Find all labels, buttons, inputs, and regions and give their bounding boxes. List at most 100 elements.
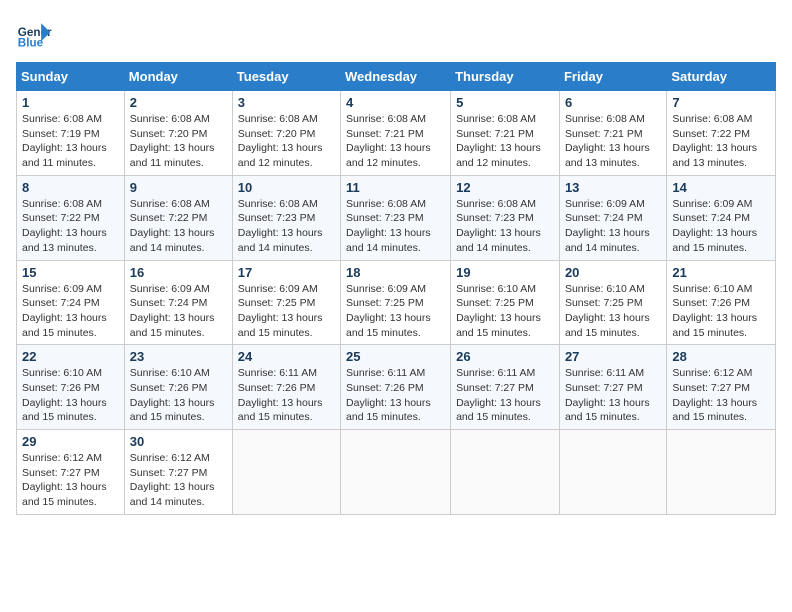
table-cell: 4 Sunrise: 6:08 AMSunset: 7:21 PMDayligh… (341, 91, 451, 176)
logo-icon: General Blue (16, 16, 52, 52)
table-cell: 12 Sunrise: 6:08 AMSunset: 7:23 PMDaylig… (451, 175, 560, 260)
table-cell: 24 Sunrise: 6:11 AMSunset: 7:26 PMDaylig… (232, 345, 340, 430)
table-cell (451, 430, 560, 515)
table-cell: 16 Sunrise: 6:09 AMSunset: 7:24 PMDaylig… (124, 260, 232, 345)
day-info: Sunrise: 6:09 AMSunset: 7:24 PMDaylight:… (672, 198, 757, 254)
table-cell: 30 Sunrise: 6:12 AMSunset: 7:27 PMDaylig… (124, 430, 232, 515)
day-info: Sunrise: 6:08 AMSunset: 7:23 PMDaylight:… (456, 198, 541, 254)
day-info: Sunrise: 6:08 AMSunset: 7:21 PMDaylight:… (565, 113, 650, 169)
day-info: Sunrise: 6:09 AMSunset: 7:25 PMDaylight:… (238, 283, 323, 339)
header: General Blue (16, 16, 776, 52)
day-number: 9 (130, 180, 227, 195)
day-info: Sunrise: 6:12 AMSunset: 7:27 PMDaylight:… (130, 452, 215, 508)
header-row: Sunday Monday Tuesday Wednesday Thursday… (17, 63, 776, 91)
table-cell: 11 Sunrise: 6:08 AMSunset: 7:23 PMDaylig… (341, 175, 451, 260)
day-info: Sunrise: 6:08 AMSunset: 7:21 PMDaylight:… (346, 113, 431, 169)
day-info: Sunrise: 6:08 AMSunset: 7:22 PMDaylight:… (22, 198, 107, 254)
table-row: 15 Sunrise: 6:09 AMSunset: 7:24 PMDaylig… (17, 260, 776, 345)
day-info: Sunrise: 6:11 AMSunset: 7:26 PMDaylight:… (238, 367, 323, 423)
table-row: 22 Sunrise: 6:10 AMSunset: 7:26 PMDaylig… (17, 345, 776, 430)
table-cell: 23 Sunrise: 6:10 AMSunset: 7:26 PMDaylig… (124, 345, 232, 430)
table-cell: 10 Sunrise: 6:08 AMSunset: 7:23 PMDaylig… (232, 175, 340, 260)
table-cell (559, 430, 666, 515)
table-cell: 18 Sunrise: 6:09 AMSunset: 7:25 PMDaylig… (341, 260, 451, 345)
day-info: Sunrise: 6:10 AMSunset: 7:25 PMDaylight:… (456, 283, 541, 339)
day-info: Sunrise: 6:08 AMSunset: 7:22 PMDaylight:… (130, 198, 215, 254)
table-row: 8 Sunrise: 6:08 AMSunset: 7:22 PMDayligh… (17, 175, 776, 260)
day-number: 16 (130, 265, 227, 280)
table-cell: 1 Sunrise: 6:08 AMSunset: 7:19 PMDayligh… (17, 91, 125, 176)
day-info: Sunrise: 6:09 AMSunset: 7:25 PMDaylight:… (346, 283, 431, 339)
table-cell: 13 Sunrise: 6:09 AMSunset: 7:24 PMDaylig… (559, 175, 666, 260)
day-number: 17 (238, 265, 335, 280)
svg-text:Blue: Blue (18, 37, 44, 50)
day-number: 18 (346, 265, 445, 280)
col-wednesday: Wednesday (341, 63, 451, 91)
table-cell (667, 430, 776, 515)
col-sunday: Sunday (17, 63, 125, 91)
day-number: 10 (238, 180, 335, 195)
day-number: 8 (22, 180, 119, 195)
table-cell (341, 430, 451, 515)
col-thursday: Thursday (451, 63, 560, 91)
day-number: 3 (238, 95, 335, 110)
day-number: 4 (346, 95, 445, 110)
col-tuesday: Tuesday (232, 63, 340, 91)
day-info: Sunrise: 6:08 AMSunset: 7:21 PMDaylight:… (456, 113, 541, 169)
day-number: 23 (130, 349, 227, 364)
day-info: Sunrise: 6:11 AMSunset: 7:27 PMDaylight:… (456, 367, 541, 423)
table-cell: 27 Sunrise: 6:11 AMSunset: 7:27 PMDaylig… (559, 345, 666, 430)
col-monday: Monday (124, 63, 232, 91)
day-info: Sunrise: 6:10 AMSunset: 7:26 PMDaylight:… (672, 283, 757, 339)
table-cell: 26 Sunrise: 6:11 AMSunset: 7:27 PMDaylig… (451, 345, 560, 430)
table-row: 29 Sunrise: 6:12 AMSunset: 7:27 PMDaylig… (17, 430, 776, 515)
day-number: 13 (565, 180, 661, 195)
day-number: 19 (456, 265, 554, 280)
table-cell: 25 Sunrise: 6:11 AMSunset: 7:26 PMDaylig… (341, 345, 451, 430)
day-info: Sunrise: 6:08 AMSunset: 7:22 PMDaylight:… (672, 113, 757, 169)
day-number: 21 (672, 265, 770, 280)
day-info: Sunrise: 6:10 AMSunset: 7:25 PMDaylight:… (565, 283, 650, 339)
day-info: Sunrise: 6:10 AMSunset: 7:26 PMDaylight:… (130, 367, 215, 423)
col-friday: Friday (559, 63, 666, 91)
day-info: Sunrise: 6:09 AMSunset: 7:24 PMDaylight:… (130, 283, 215, 339)
day-number: 20 (565, 265, 661, 280)
table-cell: 8 Sunrise: 6:08 AMSunset: 7:22 PMDayligh… (17, 175, 125, 260)
table-cell: 19 Sunrise: 6:10 AMSunset: 7:25 PMDaylig… (451, 260, 560, 345)
table-cell: 7 Sunrise: 6:08 AMSunset: 7:22 PMDayligh… (667, 91, 776, 176)
day-number: 30 (130, 434, 227, 449)
day-number: 2 (130, 95, 227, 110)
day-info: Sunrise: 6:08 AMSunset: 7:19 PMDaylight:… (22, 113, 107, 169)
table-cell: 3 Sunrise: 6:08 AMSunset: 7:20 PMDayligh… (232, 91, 340, 176)
day-info: Sunrise: 6:09 AMSunset: 7:24 PMDaylight:… (22, 283, 107, 339)
table-cell: 17 Sunrise: 6:09 AMSunset: 7:25 PMDaylig… (232, 260, 340, 345)
day-info: Sunrise: 6:11 AMSunset: 7:26 PMDaylight:… (346, 367, 431, 423)
day-number: 29 (22, 434, 119, 449)
day-number: 1 (22, 95, 119, 110)
day-number: 25 (346, 349, 445, 364)
day-info: Sunrise: 6:08 AMSunset: 7:20 PMDaylight:… (130, 113, 215, 169)
day-info: Sunrise: 6:12 AMSunset: 7:27 PMDaylight:… (22, 452, 107, 508)
table-cell: 22 Sunrise: 6:10 AMSunset: 7:26 PMDaylig… (17, 345, 125, 430)
table-cell: 29 Sunrise: 6:12 AMSunset: 7:27 PMDaylig… (17, 430, 125, 515)
day-number: 15 (22, 265, 119, 280)
col-saturday: Saturday (667, 63, 776, 91)
calendar-table: Sunday Monday Tuesday Wednesday Thursday… (16, 62, 776, 515)
day-number: 28 (672, 349, 770, 364)
table-cell (232, 430, 340, 515)
table-cell: 2 Sunrise: 6:08 AMSunset: 7:20 PMDayligh… (124, 91, 232, 176)
table-cell: 21 Sunrise: 6:10 AMSunset: 7:26 PMDaylig… (667, 260, 776, 345)
table-cell: 20 Sunrise: 6:10 AMSunset: 7:25 PMDaylig… (559, 260, 666, 345)
day-info: Sunrise: 6:10 AMSunset: 7:26 PMDaylight:… (22, 367, 107, 423)
day-number: 14 (672, 180, 770, 195)
table-cell: 5 Sunrise: 6:08 AMSunset: 7:21 PMDayligh… (451, 91, 560, 176)
day-number: 24 (238, 349, 335, 364)
day-number: 5 (456, 95, 554, 110)
day-number: 7 (672, 95, 770, 110)
table-cell: 6 Sunrise: 6:08 AMSunset: 7:21 PMDayligh… (559, 91, 666, 176)
day-number: 26 (456, 349, 554, 364)
day-number: 27 (565, 349, 661, 364)
day-number: 6 (565, 95, 661, 110)
day-info: Sunrise: 6:08 AMSunset: 7:23 PMDaylight:… (346, 198, 431, 254)
day-number: 11 (346, 180, 445, 195)
